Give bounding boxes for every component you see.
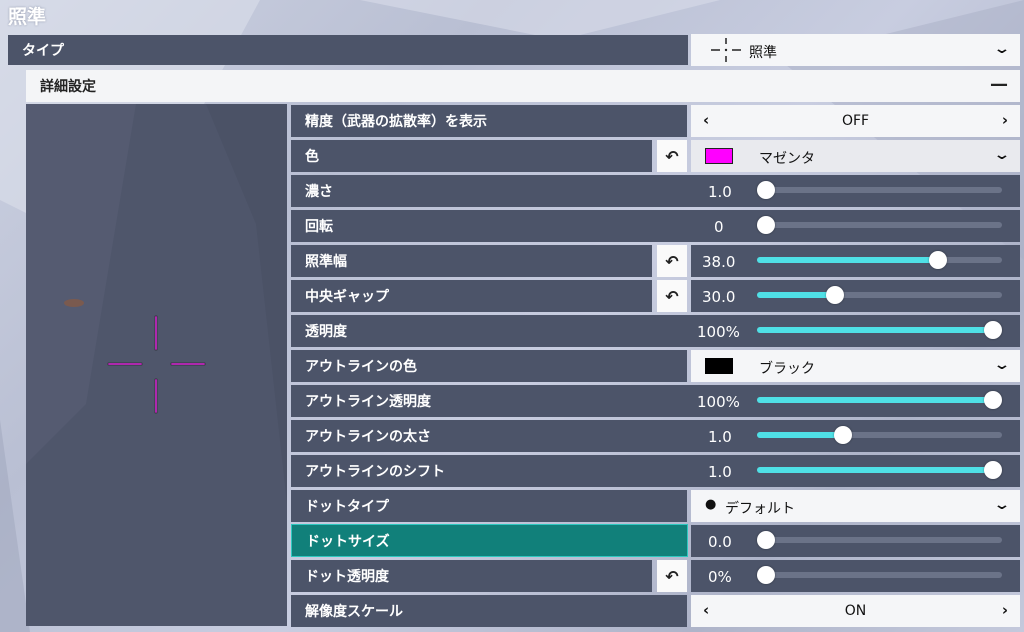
outline-opacity-value: 100% xyxy=(697,393,740,411)
dot-type-label: ドットタイプ xyxy=(291,490,687,522)
center-gap-reset-button[interactable]: ↶ xyxy=(657,280,687,312)
opacity-slider[interactable] xyxy=(757,321,1002,339)
outline-thickness-label-text: アウトラインの太さ xyxy=(305,429,431,445)
color-dropdown[interactable]: マゼンタ ⌄ xyxy=(691,140,1020,172)
slider-fill xyxy=(757,327,993,333)
slider-handle[interactable] xyxy=(757,566,775,584)
crosshair-preview xyxy=(26,104,287,626)
dot-type-dropdown[interactable]: ● デフォルト ⌄ xyxy=(691,490,1020,522)
density-label-text: 濃さ xyxy=(305,184,333,200)
outline-thickness-slider[interactable] xyxy=(757,426,1002,444)
chevron-down-icon: ⌄ xyxy=(993,41,1011,57)
outline-color-label-text: アウトラインの色 xyxy=(305,359,417,375)
accuracy-value: OFF xyxy=(841,113,870,129)
dot-type-label-text: ドットタイプ xyxy=(305,499,389,515)
page-title: 照準 xyxy=(8,6,47,28)
crosshair-width-value: 38.0 xyxy=(702,253,736,271)
resolution-scale-label: 解像度スケール xyxy=(291,595,687,627)
slider-fill xyxy=(757,467,993,473)
resolution-scale-value: ON xyxy=(844,603,867,619)
color-swatch xyxy=(705,148,733,164)
outline-shift-slider[interactable] xyxy=(757,461,1002,479)
dot-size-slider[interactable] xyxy=(757,531,1002,549)
advanced-settings-title: 詳細設定 xyxy=(40,79,96,95)
dot-opacity-reset-button[interactable]: ↶ xyxy=(657,560,687,592)
arrow-right-icon[interactable]: › xyxy=(1002,111,1008,129)
crosshair-width-slider[interactable] xyxy=(757,251,1002,269)
dot-icon: ● xyxy=(705,497,717,512)
opacity-label-text: 透明度 xyxy=(305,324,347,340)
outline-color-swatch xyxy=(705,358,733,374)
type-label: タイプ xyxy=(8,35,688,65)
dot-type-value: デフォルト xyxy=(725,501,795,517)
undo-icon: ↶ xyxy=(665,251,679,271)
center-gap-value: 30.0 xyxy=(702,288,736,306)
slider-handle[interactable] xyxy=(757,216,775,234)
resolution-scale-label-text: 解像度スケール xyxy=(305,604,403,620)
rotation-slider[interactable] xyxy=(757,216,1002,234)
accuracy-label: 精度（武器の拡散率）を表示 xyxy=(291,105,687,137)
slider-handle[interactable] xyxy=(984,461,1002,479)
type-value: 照準 xyxy=(749,45,777,61)
color-label-text: 色 xyxy=(305,149,319,165)
outline-shift-label-text: アウトラインのシフト xyxy=(305,464,445,480)
dot-opacity-slider[interactable] xyxy=(757,566,1002,584)
crosshair-preview-graphic xyxy=(107,315,206,414)
crosshair-type-icon xyxy=(711,38,741,62)
crosshair-width-label: 照準幅 xyxy=(291,245,652,277)
slider-handle[interactable] xyxy=(984,321,1002,339)
color-value: マゼンタ xyxy=(759,151,815,167)
type-label-text: タイプ xyxy=(22,43,64,59)
slider-handle[interactable] xyxy=(984,391,1002,409)
crosshair-width-label-text: 照準幅 xyxy=(305,254,347,270)
slider-handle[interactable] xyxy=(833,426,852,444)
outline-opacity-label-text: アウトライン透明度 xyxy=(305,394,431,410)
crosshair-width-reset-button[interactable]: ↶ xyxy=(657,245,687,277)
center-gap-label: 中央ギャップ xyxy=(291,280,652,312)
color-label: 色 xyxy=(291,140,652,172)
outline-color-value: ブラック xyxy=(759,361,815,377)
opacity-value: 100% xyxy=(697,323,740,341)
undo-icon: ↶ xyxy=(665,286,679,306)
slider-fill xyxy=(757,292,836,298)
slider-fill xyxy=(757,397,993,403)
outline-color-label: アウトラインの色 xyxy=(291,350,687,382)
center-gap-label-text: 中央ギャップ xyxy=(305,289,389,305)
slider-handle[interactable] xyxy=(757,531,775,549)
outline-opacity-slider[interactable] xyxy=(757,391,1002,409)
accuracy-selector[interactable]: ‹ OFF › xyxy=(691,105,1020,137)
advanced-settings-header[interactable]: 詳細設定 — xyxy=(26,70,1020,102)
rotation-label-text: 回転 xyxy=(305,219,333,235)
chevron-down-icon: ⌄ xyxy=(993,497,1011,513)
slider-fill xyxy=(757,432,843,438)
dot-opacity-label-text: ドット透明度 xyxy=(305,569,389,585)
density-slider[interactable] xyxy=(757,181,1002,199)
chevron-down-icon: ⌄ xyxy=(993,147,1011,163)
undo-icon: ↶ xyxy=(665,566,679,586)
accuracy-label-text: 精度（武器の拡散率）を表示 xyxy=(305,114,487,130)
arrow-right-icon[interactable]: › xyxy=(1002,601,1008,619)
center-gap-slider[interactable] xyxy=(757,286,1002,304)
outline-color-dropdown[interactable]: ブラック ⌄ xyxy=(691,350,1020,382)
chevron-down-icon: ⌄ xyxy=(993,357,1011,373)
color-reset-button[interactable]: ↶ xyxy=(657,140,687,172)
resolution-scale-selector[interactable]: ‹ ON › xyxy=(691,595,1020,627)
dot-opacity-label: ドット透明度 xyxy=(291,560,652,592)
dot-size-label: ドットサイズ xyxy=(291,524,688,557)
slider-handle[interactable] xyxy=(757,181,775,199)
minus-icon[interactable]: — xyxy=(990,74,1008,95)
slider-fill xyxy=(757,257,939,263)
type-dropdown[interactable]: 照準 ⌄ xyxy=(691,34,1020,66)
dot-size-label-text: ドットサイズ xyxy=(306,533,390,550)
undo-icon: ↶ xyxy=(665,146,679,166)
